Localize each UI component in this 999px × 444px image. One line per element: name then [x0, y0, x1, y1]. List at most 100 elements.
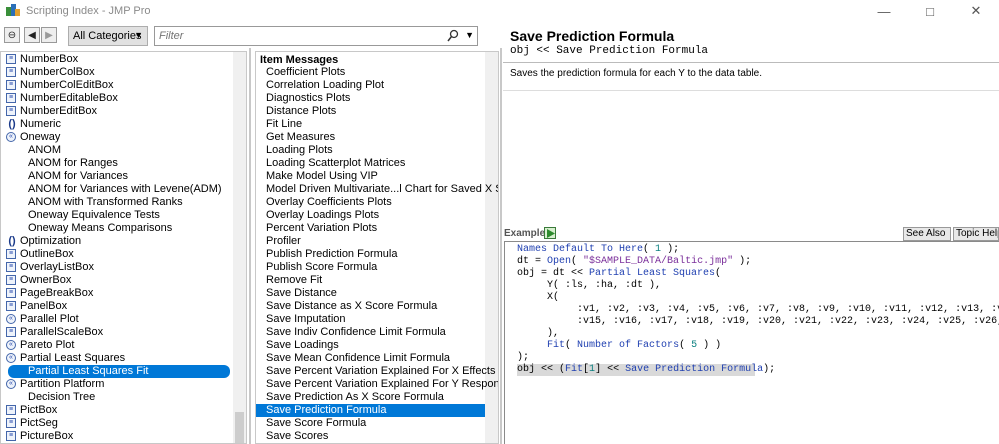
- message-item[interactable]: Profiler: [266, 235, 301, 248]
- minimize-icon[interactable]: —: [861, 0, 907, 22]
- list-item[interactable]: PictBox: [20, 404, 57, 417]
- splitter-right[interactable]: [500, 48, 502, 444]
- display-box-icon: ≡: [6, 275, 16, 285]
- list-item[interactable]: Partial Least Squares: [20, 352, 125, 365]
- list-item[interactable]: ANOM with Transformed Ranks: [28, 196, 183, 209]
- list-item[interactable]: NumberBox: [20, 53, 78, 66]
- message-item[interactable]: Save Imputation: [266, 313, 346, 326]
- display-box-icon: ≡: [6, 288, 16, 298]
- platform-icon: «: [6, 132, 16, 142]
- list-item[interactable]: ParallelScaleBox: [20, 326, 103, 339]
- filter-input[interactable]: [155, 27, 445, 45]
- title-bar: Scripting Index - JMP Pro — □ ✕: [0, 0, 999, 22]
- display-box-icon: ≡: [6, 249, 16, 259]
- list-item[interactable]: OwnerBox: [20, 274, 71, 287]
- left-scrollbar[interactable]: [233, 52, 246, 443]
- message-item[interactable]: Coefficient Plots: [266, 66, 345, 79]
- message-item[interactable]: Save Prediction Formula: [266, 404, 386, 417]
- list-item[interactable]: Numeric: [20, 118, 61, 131]
- close-icon[interactable]: ✕: [953, 0, 999, 22]
- message-item[interactable]: Loading Scatterplot Matrices: [266, 157, 405, 170]
- list-item[interactable]: PictSeg: [20, 417, 58, 430]
- message-item[interactable]: Correlation Loading Plot: [266, 79, 384, 92]
- message-item[interactable]: Remove Fit: [266, 274, 322, 287]
- category-select[interactable]: All Categories ▼: [68, 26, 148, 46]
- topic-help-button[interactable]: Topic Help: [953, 227, 999, 241]
- message-item[interactable]: Make Model Using VIP: [266, 170, 378, 183]
- list-item[interactable]: ANOM: [28, 144, 61, 157]
- message-item[interactable]: Save Percent Variation Explained For X E…: [266, 365, 496, 378]
- message-item[interactable]: Save Percent Variation Explained For Y R…: [266, 378, 498, 391]
- left-scroll-thumb[interactable]: [235, 412, 244, 443]
- list-item[interactable]: Oneway: [20, 131, 60, 144]
- list-item[interactable]: ANOM for Variances: [28, 170, 128, 183]
- message-item[interactable]: Save Mean Confidence Limit Formula: [266, 352, 450, 365]
- message-item[interactable]: Save Scores: [266, 430, 328, 443]
- message-item[interactable]: Distance Plots: [266, 105, 336, 118]
- example-label: Example: [504, 228, 546, 239]
- list-item[interactable]: PageBreakBox: [20, 287, 93, 300]
- list-item[interactable]: NumberColEditBox: [20, 79, 114, 92]
- list-item[interactable]: NumberColBox: [20, 66, 95, 79]
- message-item[interactable]: Save Distance as X Score Formula: [266, 300, 437, 313]
- message-item[interactable]: Percent Variation Plots: [266, 222, 377, 235]
- code-line: Y( :ls, :ha, :dt ),: [517, 280, 662, 291]
- list-item[interactable]: OutlineBox: [20, 248, 74, 261]
- message-item[interactable]: Save Score Formula: [266, 417, 366, 430]
- display-box-icon: ≡: [6, 67, 16, 77]
- list-item[interactable]: PanelBox: [20, 300, 67, 313]
- run-script-button[interactable]: [544, 227, 556, 239]
- code-line: Names Default To Here( 1 );: [517, 244, 680, 255]
- message-item[interactable]: Save Indiv Confidence Limit Formula: [266, 326, 446, 339]
- message-item[interactable]: Model Driven Multivariate...l Chart for …: [266, 183, 498, 196]
- list-item[interactable]: ANOM for Variances with Levene(ADM): [28, 183, 222, 196]
- display-box-icon: ≡: [6, 80, 16, 90]
- list-item[interactable]: NumberEditableBox: [20, 92, 118, 105]
- topic-help-label: Topic Help: [956, 228, 999, 239]
- message-item[interactable]: Diagnostics Plots: [266, 92, 350, 105]
- collapse-icon[interactable]: ⊖: [4, 27, 20, 43]
- filter-dropdown-icon[interactable]: ▼: [465, 30, 474, 40]
- detail-description: Saves the prediction formula for each Y …: [510, 68, 763, 79]
- item-messages-header: Item Messages: [260, 54, 339, 66]
- search-icon[interactable]: [447, 29, 459, 43]
- message-item[interactable]: Get Measures: [266, 131, 335, 144]
- message-item[interactable]: Overlay Coefficients Plots: [266, 196, 392, 209]
- list-item[interactable]: Decision Tree: [28, 391, 95, 404]
- list-item[interactable]: ANOM for Ranges: [28, 157, 118, 170]
- list-item[interactable]: Optimization: [20, 235, 81, 248]
- toolbar: ⊖ ◀ ▶ All Categories ▼ ▼: [0, 26, 500, 48]
- list-item[interactable]: Partition Platform: [20, 378, 104, 391]
- filter-field[interactable]: ▼: [154, 26, 478, 46]
- list-item[interactable]: Pareto Plot: [20, 339, 74, 352]
- message-item[interactable]: Save Prediction As X Score Formula: [266, 391, 444, 404]
- list-item[interactable]: NumberEditBox: [20, 105, 97, 118]
- example-code-editor[interactable]: Names Default To Here( 1 ); dt = Open( "$…: [504, 241, 999, 444]
- see-also-button[interactable]: See Also ▼: [903, 227, 951, 250]
- forward-arrow-icon[interactable]: ▶: [41, 27, 57, 43]
- splitter-left[interactable]: [249, 48, 251, 444]
- code-line: X(: [517, 292, 560, 303]
- list-item[interactable]: Oneway Equivalence Tests: [28, 209, 160, 222]
- item-messages-list[interactable]: Item Messages Coefficient Plots Correlati…: [255, 51, 499, 444]
- back-arrow-icon[interactable]: ◀: [24, 27, 40, 43]
- message-item[interactable]: Publish Score Formula: [266, 261, 377, 274]
- message-item[interactable]: Overlay Loadings Plots: [266, 209, 379, 222]
- list-item[interactable]: OverlayListBox: [20, 261, 94, 274]
- list-item[interactable]: PictureBox: [20, 430, 73, 443]
- code-line: obj << (Fit[1] << Save Prediction Formul…: [517, 364, 776, 376]
- list-item[interactable]: Oneway Means Comparisons: [28, 222, 172, 235]
- message-item[interactable]: Loading Plots: [266, 144, 333, 157]
- platform-icon: «: [6, 379, 16, 389]
- list-item[interactable]: Partial Least Squares Fit: [28, 365, 148, 378]
- maximize-icon[interactable]: □: [907, 0, 953, 22]
- see-also-label: See Also: [906, 228, 946, 239]
- message-item[interactable]: Fit Line: [266, 118, 302, 131]
- list-item[interactable]: Parallel Plot: [20, 313, 79, 326]
- message-item[interactable]: Save Distance: [266, 287, 337, 300]
- object-list[interactable]: ≡ NumberBox ≡ NumberColBox ≡ NumberColEditBox…: [0, 51, 247, 444]
- message-item[interactable]: Publish Prediction Formula: [266, 248, 397, 261]
- display-box-icon: ≡: [6, 301, 16, 311]
- code-line: obj = dt << Partial Least Squares(: [517, 268, 722, 279]
- message-item[interactable]: Save Loadings: [266, 339, 339, 352]
